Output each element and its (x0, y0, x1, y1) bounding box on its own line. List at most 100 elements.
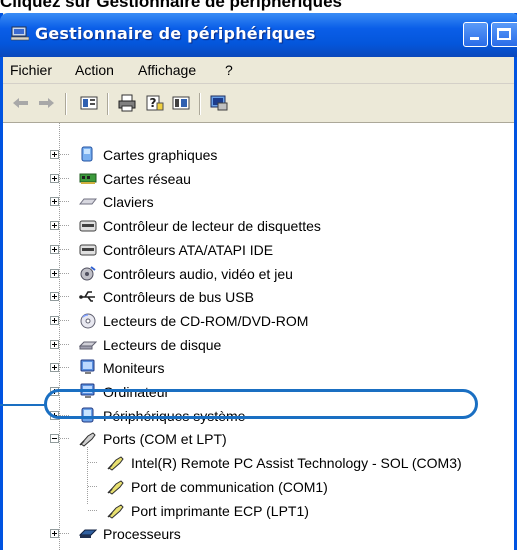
tree-node[interactable]: Processeurs (3, 524, 514, 547)
display-adapter-icon (79, 146, 97, 163)
port-device-icon (107, 478, 125, 495)
tree-node[interactable]: Contrôleurs ATA/ATAPI IDE (3, 240, 514, 263)
maximize-button[interactable] (491, 22, 517, 47)
tree-node-label: Cartes réseau (103, 171, 191, 187)
tree-branch-line (60, 296, 69, 297)
title-bar[interactable]: Gestionnaire de périphériques (0, 13, 517, 57)
tree-branch-line (88, 510, 97, 511)
collapse-toggle[interactable] (50, 434, 59, 443)
tree-node-label: Claviers (103, 194, 154, 210)
tree-node[interactable]: Cartes graphiques (3, 145, 514, 168)
tree-branch-line (60, 249, 69, 250)
expand-toggle[interactable] (50, 269, 59, 278)
port-device-icon (107, 454, 125, 471)
tree-node-label: Lecteurs de CD-ROM/DVD-ROM (103, 313, 309, 329)
tree-node[interactable]: Ports (COM et LPT) (3, 429, 514, 504)
ports-icon (79, 430, 97, 447)
device-manager-icon (10, 26, 30, 41)
tree-node-label: Moniteurs (103, 360, 165, 376)
expand-toggle[interactable] (50, 221, 59, 230)
caption-prefix: Cliquez sur (0, 0, 97, 11)
svg-text:?: ? (150, 96, 157, 110)
expand-toggle[interactable] (50, 529, 59, 538)
tree-branch-line (60, 273, 69, 274)
expand-toggle[interactable] (50, 316, 59, 325)
usb-icon (79, 288, 97, 305)
back-icon[interactable] (11, 94, 31, 112)
forward-icon[interactable] (36, 94, 56, 112)
tree-node-label: Cartes graphiques (103, 147, 218, 163)
expand-toggle[interactable] (50, 292, 59, 301)
menu-bar: Fichier Action Affichage ? (3, 57, 514, 84)
cdrom-icon (79, 312, 97, 329)
port-device-icon (107, 502, 125, 519)
expand-toggle[interactable] (50, 174, 59, 183)
minimize-button[interactable] (463, 22, 488, 47)
tree-node[interactable]: Cartes réseau (3, 169, 514, 192)
device-tree: Cartes graphiques Cartes réseau Claviers Co… (3, 123, 514, 550)
tree-node[interactable]: Lecteurs de disque (3, 335, 514, 358)
instruction-caption: Cliquez sur Gestionnaire de périphérique… (0, 0, 517, 12)
callout-pointer-line (0, 404, 45, 406)
tree-branch-line (60, 344, 69, 345)
expand-toggle[interactable] (50, 150, 59, 159)
expand-toggle[interactable] (50, 340, 59, 349)
tree-child-label: Intel(R) Remote PC Assist Technology - S… (131, 455, 462, 471)
keyboard-icon (79, 193, 97, 210)
tree-branch-line (60, 201, 69, 202)
menu-action[interactable]: Action (75, 62, 114, 78)
tree-node-label: Contrôleurs de bus USB (103, 289, 254, 305)
disk-drive-icon (79, 336, 97, 353)
tree-branch-line (60, 225, 69, 226)
tree-node-label: Processeurs (103, 526, 181, 542)
tree-child-node[interactable]: Port imprimante ECP (LPT1) (3, 501, 514, 524)
menu-help[interactable]: ? (225, 62, 233, 78)
help-icon[interactable]: ? (145, 94, 165, 112)
print-icon[interactable] (117, 94, 137, 112)
tree-node[interactable]: Lecteurs de CD-ROM/DVD-ROM (3, 311, 514, 334)
tree-child-label: Port imprimante ECP (LPT1) (131, 503, 309, 519)
tree-node[interactable]: Moniteurs (3, 358, 514, 381)
audio-icon (79, 265, 97, 282)
tree-node[interactable]: Contrôleurs de bus USB (3, 287, 514, 310)
scan-hardware-icon[interactable] (209, 94, 229, 112)
tree-branch-line (88, 462, 97, 463)
tree-branch-line (60, 533, 69, 534)
properties-view-icon[interactable] (79, 94, 99, 112)
tree-child-label: Port de communication (COM1) (131, 479, 328, 495)
ide-controller-icon (79, 241, 97, 258)
tree-node-label: Contrôleurs audio, vidéo et jeu (103, 266, 293, 282)
tree-branch-line (60, 320, 69, 321)
tree-node-label: Contrôleur de lecteur de disquettes (103, 218, 321, 234)
tree-branch-line (88, 486, 97, 487)
expand-toggle[interactable] (50, 363, 59, 372)
tree-child-node[interactable]: Port de communication (COM1) (3, 477, 514, 500)
toolbar-separator (199, 93, 201, 115)
tree-node-label: Ports (COM et LPT) (103, 431, 227, 447)
network-card-icon (79, 170, 97, 187)
caption-bold-text: Gestionnaire de périphériques (96, 0, 342, 11)
tree-node[interactable]: Claviers (3, 192, 514, 215)
toolbar-separator (65, 93, 67, 115)
tree-child-node[interactable]: Intel(R) Remote PC Assist Technology - S… (3, 453, 514, 476)
menu-fichier[interactable]: Fichier (10, 62, 52, 78)
view-icon[interactable] (171, 94, 191, 112)
processor-icon (79, 525, 97, 542)
tree-node[interactable]: Contrôleur de lecteur de disquettes (3, 216, 514, 239)
tree-branch-line (60, 178, 69, 179)
highlight-ellipse (44, 389, 478, 419)
expand-toggle[interactable] (50, 245, 59, 254)
tree-branch-line (60, 438, 69, 439)
tree-node[interactable]: Contrôleurs audio, vidéo et jeu (3, 264, 514, 287)
menu-affichage[interactable]: Affichage (138, 62, 196, 78)
tree-node-label: Lecteurs de disque (103, 337, 222, 353)
tree-branch-line (60, 154, 69, 155)
tree-node-label: Contrôleurs ATA/ATAPI IDE (103, 242, 274, 258)
expand-toggle[interactable] (50, 197, 59, 206)
toolbar-separator (107, 93, 109, 115)
window-title: Gestionnaire de périphériques (35, 24, 316, 43)
tree-branch-line (60, 367, 69, 368)
device-manager-window: Gestionnaire de périphériques Fichier Ac… (0, 13, 517, 550)
floppy-controller-icon (79, 217, 97, 234)
toolbar: ? (3, 84, 514, 123)
